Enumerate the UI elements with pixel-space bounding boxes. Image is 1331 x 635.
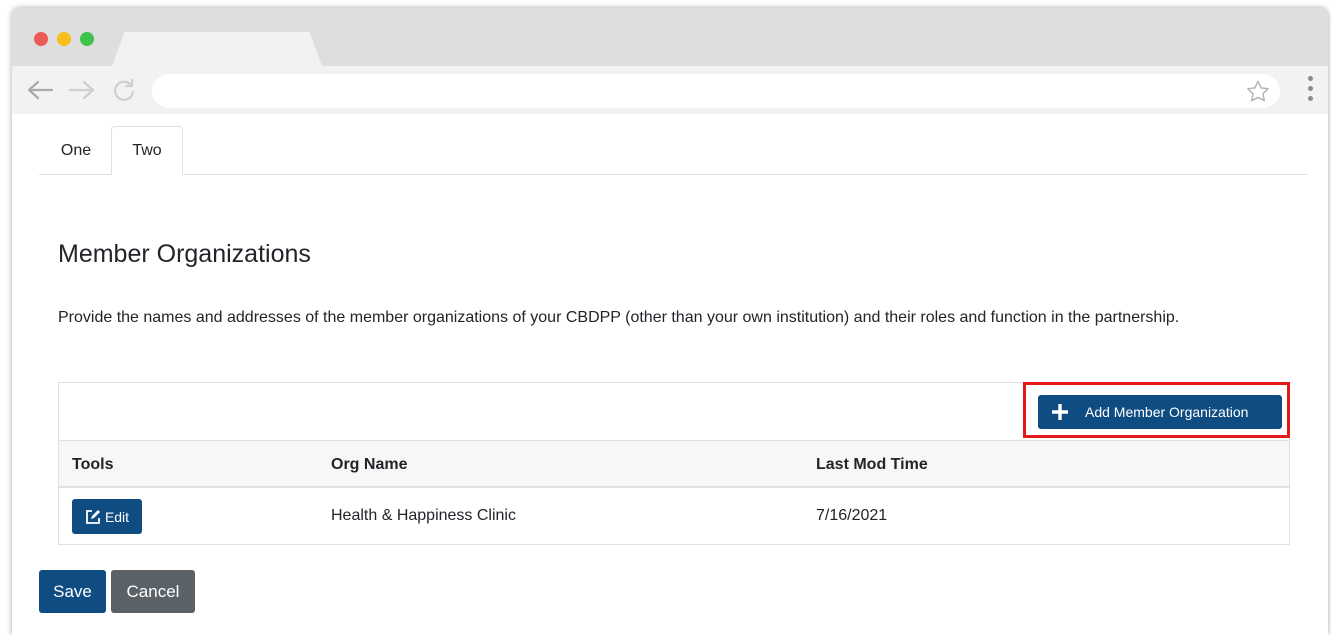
edit-icon xyxy=(86,509,100,524)
page-content: One Two Member Organizations Provide the… xyxy=(12,114,1328,635)
org-name-cell: Health & Happiness Clinic xyxy=(331,507,516,524)
last-mod-time-cell: 7/16/2021 xyxy=(816,507,888,524)
vertical-dots-icon[interactable] xyxy=(1306,76,1314,106)
page-title: Member Organizations xyxy=(58,240,311,268)
tab-two[interactable]: Two xyxy=(111,126,183,175)
member-organizations-table: Add Member Organization Tools Org Name L… xyxy=(58,382,1290,545)
maximize-window-icon[interactable] xyxy=(80,32,94,46)
browser-window: One Two Member Organizations Provide the… xyxy=(12,8,1328,635)
column-header-last-mod-time: Last Mod Time xyxy=(816,456,928,473)
table-header: Tools Org Name Last Mod Time xyxy=(59,441,1289,488)
minimize-window-icon[interactable] xyxy=(57,32,71,46)
browser-tab[interactable] xyxy=(112,32,322,66)
title-bar xyxy=(12,8,1328,66)
highlight-box xyxy=(1023,382,1290,438)
tab-one[interactable]: One xyxy=(39,126,113,174)
close-window-icon[interactable] xyxy=(34,32,48,46)
save-button[interactable]: Save xyxy=(39,570,106,613)
column-header-tools: Tools xyxy=(72,456,114,473)
address-bar[interactable] xyxy=(152,74,1280,108)
arrow-right-icon[interactable] xyxy=(68,78,96,102)
edit-button[interactable]: Edit xyxy=(72,499,142,534)
table-row: Edit Health & Happiness Clinic 7/16/2021 xyxy=(59,488,1289,544)
column-header-org-name: Org Name xyxy=(331,456,408,473)
arrow-left-icon[interactable] xyxy=(26,78,54,102)
table-toolbar: Add Member Organization xyxy=(59,382,1290,441)
section-description: Provide the names and addresses of the m… xyxy=(58,309,1180,326)
browser-toolbar xyxy=(12,66,1328,114)
edit-button-label: Edit xyxy=(104,508,130,525)
star-icon[interactable] xyxy=(1246,80,1270,102)
cancel-button[interactable]: Cancel xyxy=(111,570,195,613)
tab-bar: One Two xyxy=(39,126,1308,175)
reload-icon[interactable] xyxy=(110,78,138,102)
